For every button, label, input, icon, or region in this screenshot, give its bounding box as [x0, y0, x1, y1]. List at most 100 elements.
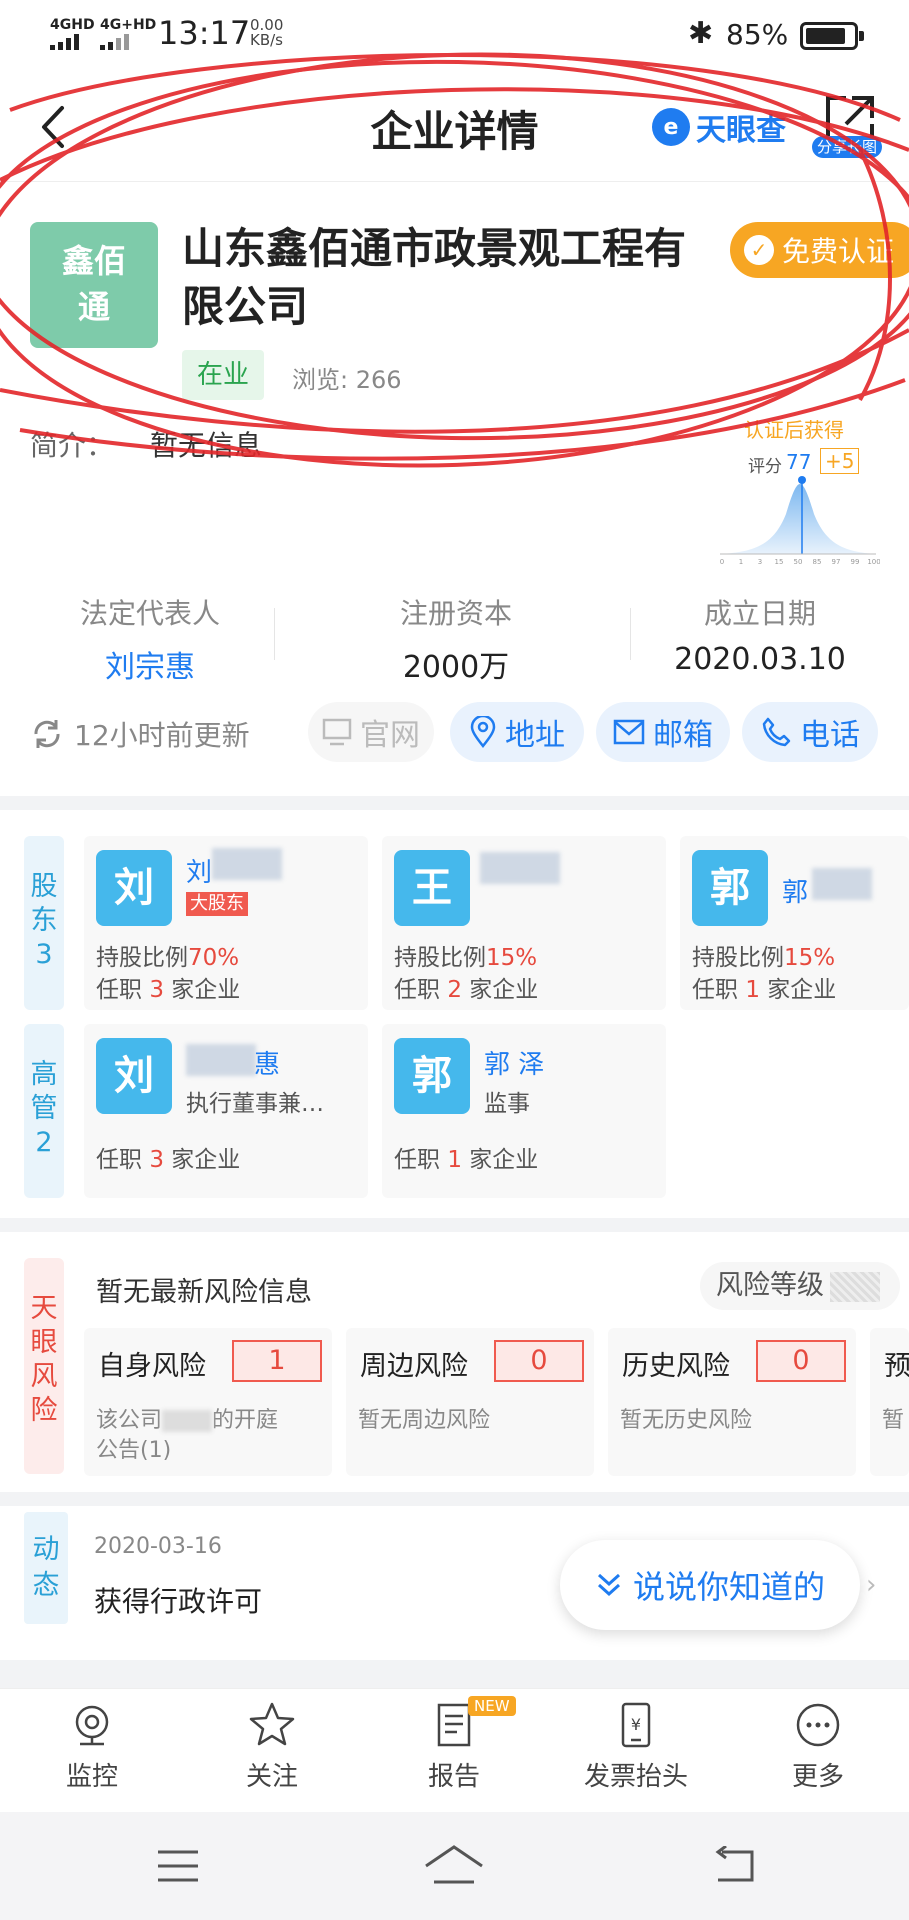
email-button[interactable]: 邮箱 — [596, 702, 730, 762]
more-icon — [796, 1703, 840, 1747]
legal-rep-label: 法定代表人 — [79, 597, 220, 630]
executives-tag[interactable]: 高管2 — [24, 1024, 64, 1198]
score-tick-label: 15 — [775, 558, 784, 566]
status-badge: 在业 — [182, 350, 264, 400]
chevron-right-icon[interactable]: › — [866, 1570, 876, 1600]
company-logo: 鑫佰通 — [30, 222, 158, 348]
risk-tag[interactable]: 天眼风险 — [24, 1258, 64, 1474]
surrounding-risk-card[interactable]: 周边风险 0 暂无周边风险 — [346, 1328, 594, 1476]
invoice-tab[interactable]: ¥ 发票抬头 — [556, 1700, 716, 1793]
clock: 13:17 — [158, 14, 251, 52]
risk-desc: 暂无历史风险 — [620, 1408, 753, 1433]
avatar: 王 — [394, 850, 470, 926]
section-separator — [0, 1660, 909, 1688]
home-icon[interactable] — [424, 1844, 484, 1886]
blurred-name — [186, 1044, 256, 1076]
avatar: 刘 — [96, 850, 172, 926]
invoice-label: 发票抬头 — [583, 1762, 688, 1792]
intro-value: 暂无信息 — [150, 429, 263, 462]
brand-mark-icon: e — [652, 108, 690, 146]
intro-label: 简介： — [30, 429, 115, 462]
capital-value: 2000万 — [402, 650, 510, 685]
score-tick-label: 1 — [739, 558, 743, 566]
risk-title: 预 — [884, 1351, 909, 1382]
news-item[interactable]: 获得行政许可 — [94, 1580, 262, 1620]
score-plus: +5 — [820, 448, 860, 474]
blurred-name — [212, 848, 282, 880]
risk-headline: 暂无最新风险信息 — [96, 1277, 312, 1308]
executive-name[interactable]: 惠 — [254, 1044, 280, 1081]
refresh-icon — [34, 720, 60, 748]
new-badge: NEW — [468, 1696, 516, 1716]
signal-icon — [100, 34, 129, 50]
news-tag[interactable]: 动态 — [24, 1512, 68, 1624]
score-tick-label: 50 — [794, 558, 803, 566]
score-tick-label: 99 — [851, 558, 860, 566]
follow-tab[interactable]: 关注 — [192, 1700, 352, 1793]
share-knowledge-label: 说说你知道的 — [632, 1568, 825, 1606]
executive-name[interactable]: 郭 泽 — [484, 1044, 544, 1081]
website-button[interactable]: 官网 — [308, 702, 434, 762]
more-label: 更多 — [791, 1762, 844, 1792]
shareholder-name[interactable]: 郭 — [782, 872, 808, 909]
positions-count: 任职 1 家企业 — [692, 977, 837, 1003]
positions-count: 任职 2 家企业 — [394, 977, 539, 1003]
monitor-icon — [322, 718, 352, 746]
shareholders-tag[interactable]: 股东3 — [24, 836, 64, 1010]
positions-count: 任职 3 家企业 — [96, 1147, 241, 1173]
avatar: 刘 — [96, 1038, 172, 1114]
risk-title: 周边风险 — [360, 1351, 468, 1382]
address-button[interactable]: 地址 — [450, 702, 584, 762]
phone-button[interactable]: 电话 — [742, 702, 878, 762]
holding-ratio: 持股比例15% — [692, 945, 836, 971]
report-label: 报告 — [427, 1762, 480, 1792]
more-tab[interactable]: 更多 — [738, 1700, 898, 1793]
positions-count: 任职 3 家企业 — [96, 977, 241, 1003]
battery-icon — [800, 22, 864, 50]
risk-level-label: 风险等级 — [716, 1270, 824, 1301]
check-icon: ✓ — [744, 235, 774, 265]
legal-representative: 法定代表人 刘宗惠 — [0, 592, 300, 686]
date-label: 成立日期 — [703, 597, 816, 630]
history-risk-card[interactable]: 历史风险 0 暂无历史风险 — [608, 1328, 856, 1476]
invoice-phone-icon: ¥ — [621, 1702, 651, 1748]
risk-title: 历史风险 — [622, 1351, 730, 1382]
share-knowledge-button[interactable]: 说说你知道的 — [560, 1540, 860, 1630]
email-label: 邮箱 — [653, 718, 713, 753]
return-icon[interactable] — [708, 1846, 756, 1886]
score-value: 77 — [786, 450, 812, 474]
score-distribution-chart[interactable]: 0 1 3 15 50 85 97 99 100 — [716, 474, 880, 566]
share-long-image-badge[interactable]: 分享长图 — [812, 136, 882, 158]
address-label: 地址 — [505, 718, 565, 753]
monitor-label: 监控 — [65, 1762, 118, 1792]
update-info[interactable]: 12小时前更新 — [30, 714, 250, 754]
risk-desc: 暂 — [882, 1408, 905, 1433]
svg-text:¥: ¥ — [631, 1715, 641, 1734]
blurred-name — [480, 852, 560, 884]
location-pin-icon — [470, 716, 496, 748]
self-risk-card[interactable]: 自身风险 1 该公司 的开庭 公告(1) — [84, 1328, 332, 1476]
positions-count: 任职 1 家企业 — [394, 1147, 539, 1173]
date-value: 2020.03.10 — [674, 642, 846, 677]
risk-desc: 该公司 的开庭 公告(1) — [96, 1408, 279, 1463]
section-separator — [0, 1218, 909, 1232]
holding-ratio: 持股比例15% — [394, 945, 538, 971]
warning-risk-card[interactable]: 预 暂 — [870, 1328, 909, 1476]
risk-level-button[interactable]: 风险等级 — [700, 1262, 900, 1310]
company-name: 山东鑫佰通市政景观工程有限公司 — [182, 224, 687, 331]
news-date: 2020-03-16 — [94, 1534, 222, 1559]
monitor-tab[interactable]: 监控 — [12, 1700, 172, 1793]
phone-label: 电话 — [800, 718, 860, 753]
section-separator — [0, 1492, 909, 1506]
risk-count: 1 — [232, 1340, 322, 1382]
follow-label: 关注 — [245, 1762, 298, 1792]
risk-count: 0 — [494, 1340, 584, 1382]
score-tick-label: 85 — [813, 558, 822, 566]
shareholder-name[interactable]: 刘 — [186, 852, 212, 889]
legal-rep-name[interactable]: 刘宗惠 — [0, 642, 300, 686]
star-icon — [249, 1702, 295, 1746]
free-certification-button[interactable]: ✓ 免费认证 — [730, 222, 909, 278]
battery-percent: 85% — [726, 18, 789, 51]
score-title[interactable]: 认证后获得 — [744, 414, 844, 443]
menu-icon[interactable] — [156, 1848, 200, 1884]
